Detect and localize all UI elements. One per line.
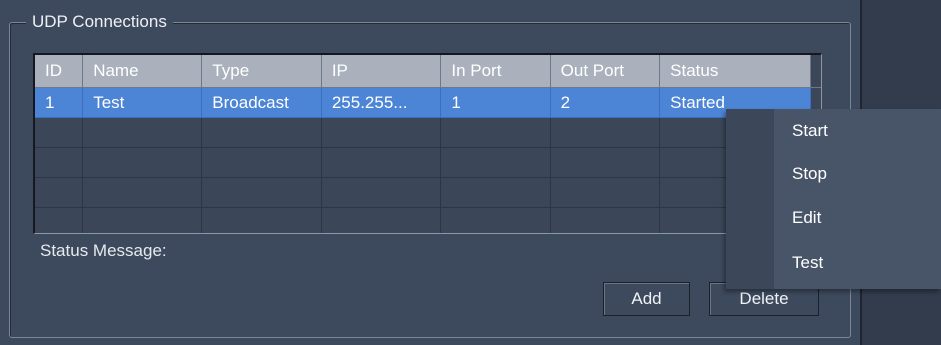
table-header-row: ID Name Type IP In Port Out Port Status: [35, 55, 821, 88]
add-button[interactable]: Add: [603, 282, 690, 316]
table-row-empty[interactable]: [35, 177, 821, 208]
cell-id[interactable]: 1: [35, 87, 84, 118]
connections-table[interactable]: ID Name Type IP In Port Out Port Status …: [33, 53, 822, 234]
groupbox-title: UDP Connections: [26, 11, 173, 33]
column-header-type[interactable]: Type: [201, 55, 322, 88]
menu-item-test[interactable]: Test: [792, 252, 823, 274]
column-header-filler: [810, 55, 821, 88]
cell-out-port[interactable]: 2: [550, 87, 661, 118]
context-menu: Start Stop Edit Test: [726, 109, 941, 289]
column-header-out-port[interactable]: Out Port: [550, 55, 661, 88]
column-header-status[interactable]: Status: [659, 55, 811, 88]
cell-in-port[interactable]: 1: [440, 87, 551, 118]
column-header-ip[interactable]: IP: [321, 55, 442, 88]
cell-type[interactable]: Broadcast: [201, 87, 322, 118]
status-message-label: Status Message:: [40, 241, 167, 260]
table-row-empty[interactable]: [35, 117, 821, 148]
column-header-name[interactable]: Name: [82, 55, 203, 88]
menu-item-stop[interactable]: Stop: [792, 163, 827, 185]
table-row-empty[interactable]: [35, 147, 821, 178]
column-header-id[interactable]: ID: [35, 55, 84, 88]
column-header-in-port[interactable]: In Port: [440, 55, 551, 88]
cell-ip[interactable]: 255.255...: [321, 87, 442, 118]
table-row[interactable]: 1 Test Broadcast 255.255... 1 2 Started: [35, 87, 821, 118]
menu-item-edit[interactable]: Edit: [792, 207, 821, 229]
menu-item-start[interactable]: Start: [792, 120, 828, 142]
cell-name[interactable]: Test: [82, 87, 203, 118]
context-menu-icon-gutter: [726, 109, 774, 289]
table-row-empty[interactable]: [35, 207, 821, 233]
